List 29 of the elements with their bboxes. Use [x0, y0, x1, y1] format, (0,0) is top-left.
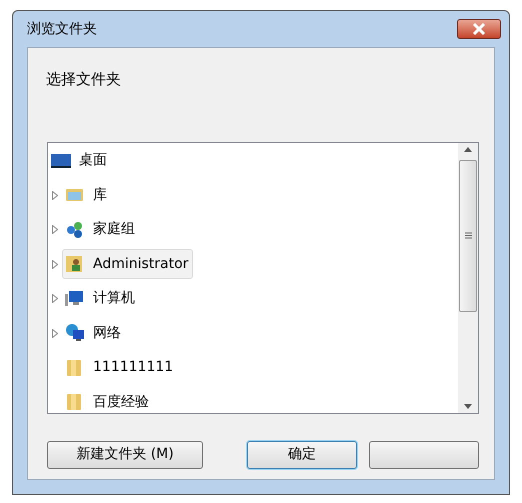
network-icon — [65, 323, 85, 344]
expand-arrow-icon[interactable] — [52, 328, 58, 338]
user-icon — [65, 254, 85, 274]
window-title: 浏览文件夹 — [27, 20, 97, 38]
tree-item[interactable]: 家庭组 — [62, 214, 140, 245]
expand-arrow-icon[interactable] — [52, 225, 58, 234]
scrollbar[interactable] — [458, 142, 478, 412]
scroll-thumb[interactable] — [459, 160, 477, 312]
tree-item[interactable]: 桌面 — [48, 146, 112, 176]
tree-item[interactable]: Administrator — [62, 249, 194, 280]
scroll-down-icon[interactable] — [464, 404, 472, 408]
grip-icon — [464, 232, 472, 239]
blank-button[interactable] — [369, 440, 479, 468]
tree-item[interactable]: 计算机 — [62, 284, 140, 314]
prompt-text: 选择文件夹 — [46, 69, 122, 90]
expand-arrow-icon[interactable] — [52, 260, 58, 269]
tree-item[interactable]: 百度经验 — [62, 387, 154, 418]
close-button[interactable] — [457, 19, 501, 39]
computer-icon — [65, 288, 85, 309]
dialog-button[interactable]: 新建文件夹 (M) — [47, 440, 203, 468]
tree-item[interactable]: 网络 — [62, 318, 126, 348]
dialog-button[interactable]: 确定 — [247, 440, 357, 468]
expand-arrow-icon[interactable] — [52, 294, 58, 304]
homegroup-icon — [65, 220, 85, 240]
tree-item[interactable]: 库 — [62, 180, 112, 210]
close-icon — [472, 23, 486, 35]
expand-arrow-icon[interactable] — [52, 190, 58, 200]
scroll-up-icon[interactable] — [464, 146, 472, 152]
tree-item[interactable]: 111111111 — [62, 352, 178, 383]
